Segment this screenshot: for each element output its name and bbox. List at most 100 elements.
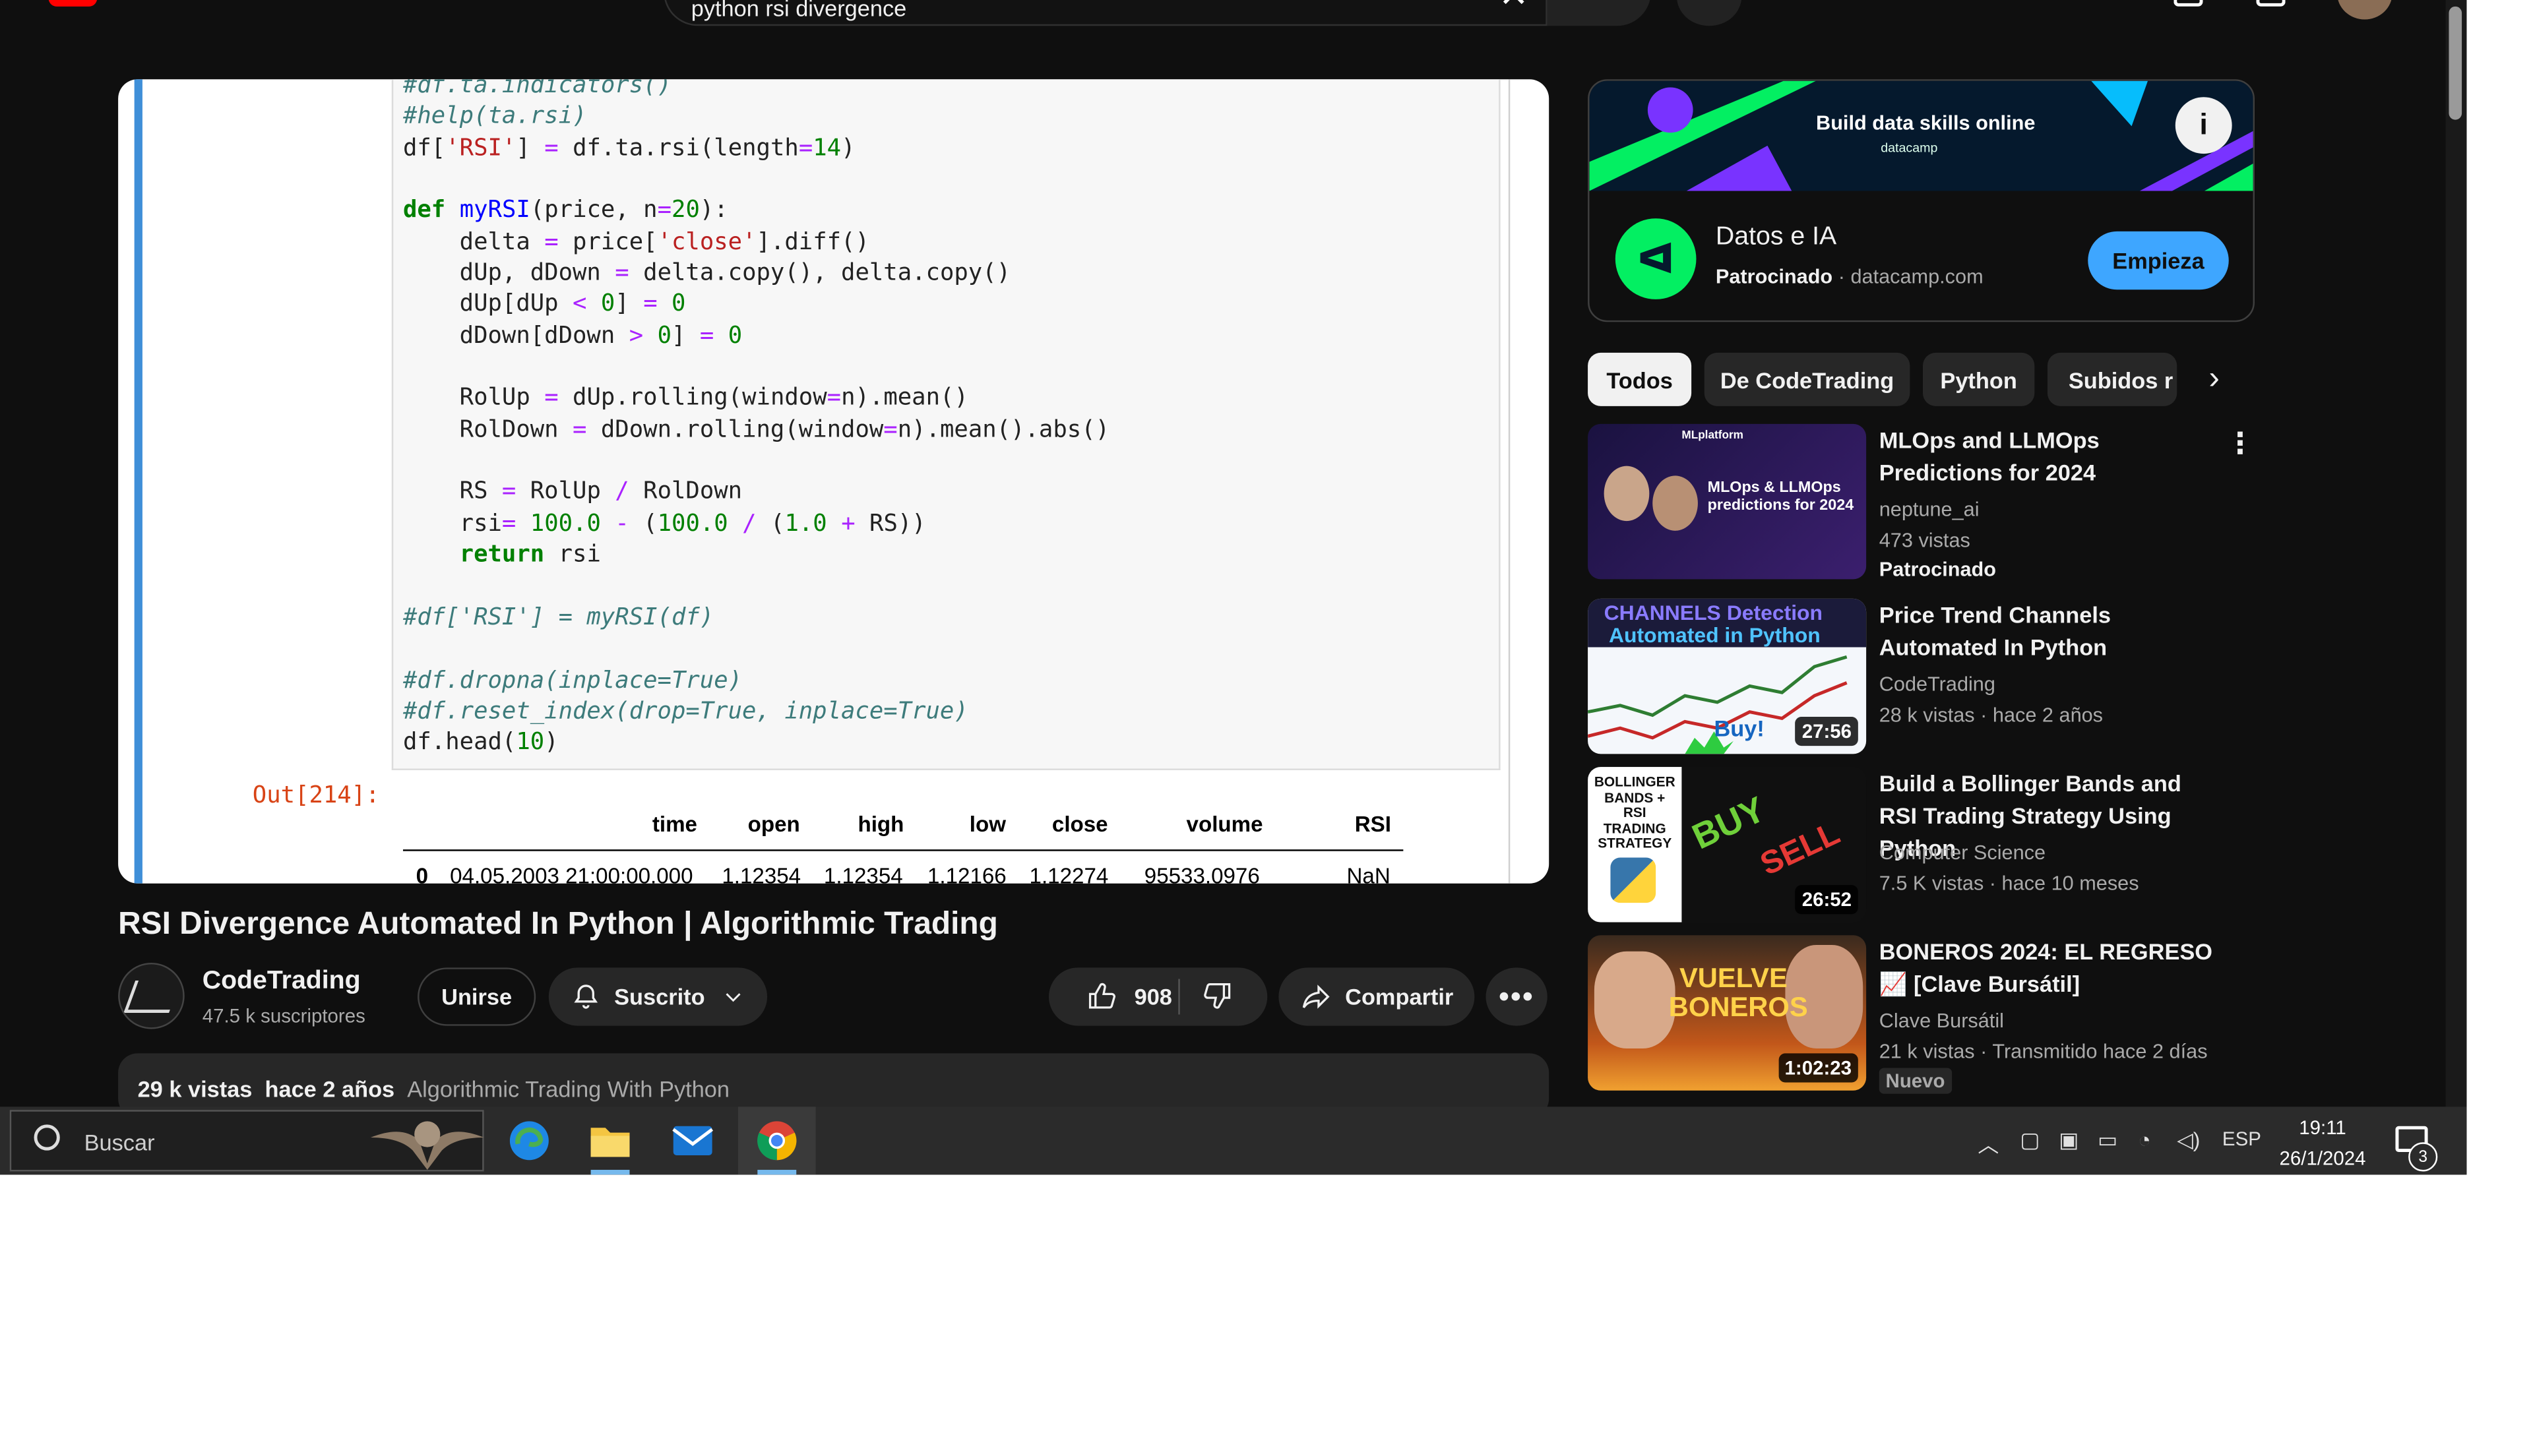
clock-date: 26/1/2024 xyxy=(2279,1147,2366,1170)
page-scrollbar[interactable] xyxy=(2445,0,2467,1107)
rec-meta: 473 vistas xyxy=(1879,529,1970,552)
app-running-indicator xyxy=(757,1170,797,1175)
ad-meta: Patrocinado · datacamp.com xyxy=(1715,265,1984,288)
battery-icon[interactable]: ▭ xyxy=(2098,1128,2117,1153)
chip-todos[interactable]: Todos xyxy=(1588,352,1692,406)
thumb-caption: BOLLINGER BANDS + RSI TRADING STRATEGY xyxy=(1594,773,1675,851)
table-cell: 1.12354 xyxy=(722,864,801,884)
chip-python[interactable]: Python xyxy=(1922,352,2035,406)
windows-taskbar: Buscar ︿ ▢ ▣ ▭ ◔ ◁) ESP 19:11 26/1/2024 … xyxy=(0,1107,2467,1175)
share-button[interactable]: Compartir xyxy=(1278,967,1475,1026)
chrome-icon xyxy=(757,1121,797,1161)
search-button[interactable] xyxy=(1547,0,1651,26)
like-separator xyxy=(1178,979,1180,1015)
sponsored-ad-card[interactable]: Build data skills online datacamp i ᐊ Da… xyxy=(1588,79,2255,322)
mail-app-icon[interactable] xyxy=(654,1107,732,1174)
more-vertical-icon[interactable]: ⋮ xyxy=(2226,427,2255,462)
chevron-up-icon[interactable]: ︿ xyxy=(1978,1128,1999,1159)
thumbs-down-icon[interactable] xyxy=(1201,979,1234,1011)
hashtag-link[interactable]: Algorithmic Trading With Python xyxy=(407,1076,730,1102)
chart-line-icon xyxy=(123,980,181,1014)
new-badge: Nuevo xyxy=(1879,1068,1952,1094)
folder-icon xyxy=(590,1128,630,1157)
rec-title[interactable]: Price Trend Channels Automated In Python xyxy=(1879,599,2219,663)
recommendation-item[interactable]: BOLLINGER BANDS + RSI TRADING STRATEGY B… xyxy=(1588,767,2255,923)
taskbar-search-placeholder: Buscar xyxy=(84,1129,155,1155)
chip-subidos[interactable]: Subidos r xyxy=(2047,352,2177,406)
person-icon xyxy=(1652,475,1698,531)
video-player[interactable]: #df.ta.indicators() #help(ta.rsi) df['RS… xyxy=(118,79,1549,884)
rec-title[interactable]: BONEROS 2024: EL REGRESO 📈 [Clave Bursát… xyxy=(1879,935,2219,1000)
file-explorer-app-icon[interactable] xyxy=(571,1107,649,1175)
chevron-down-icon xyxy=(725,993,740,1002)
notebook-cell-indicator xyxy=(134,79,142,884)
scrollbar-thumb[interactable] xyxy=(2449,6,2462,120)
chevron-right-icon[interactable]: › xyxy=(2188,353,2240,406)
video-duration: 26:52 xyxy=(1795,885,1858,915)
video-thumbnail[interactable]: VUELVE BONEROS 1:02:23 xyxy=(1588,935,1867,1091)
table-cell: 95533.0976 xyxy=(1144,864,1260,884)
rec-title[interactable]: MLOps and LLMOps Predictions for 2024 xyxy=(1879,424,2219,489)
video-thumbnail[interactable]: MLplatform MLOps & LLMOps predictions fo… xyxy=(1588,423,1867,580)
ad-banner-graphic xyxy=(1589,80,2253,191)
chip-de-codetrading[interactable]: De CodeTrading xyxy=(1704,352,1910,406)
browser-viewport: python rsi divergence ✕ #df.ta.indicator… xyxy=(0,0,2467,1175)
search-input[interactable]: python rsi divergence xyxy=(664,0,1548,26)
volume-icon[interactable]: ◁) xyxy=(2177,1128,2200,1153)
app-running-indicator xyxy=(590,1170,630,1175)
ad-banner[interactable]: Build data skills online datacamp i xyxy=(1589,80,2253,191)
table-header: high xyxy=(858,812,904,837)
account-avatar[interactable] xyxy=(2337,0,2392,20)
video-thumbnail[interactable]: BOLLINGER BANDS + RSI TRADING STRATEGY B… xyxy=(1588,767,1867,923)
table-cell: 1.12354 xyxy=(823,864,903,884)
recommendation-item[interactable]: CHANNELS Detection Automated in Python B… xyxy=(1588,598,2255,754)
ad-title[interactable]: Datos e IA xyxy=(1716,224,1836,253)
thumb-caption: Automated in Python xyxy=(1608,622,1821,648)
channel-avatar[interactable] xyxy=(118,962,185,1029)
upload-age: hace 2 años xyxy=(265,1076,395,1102)
rec-channel[interactable]: CodeTrading xyxy=(1879,673,1995,696)
mic-icon[interactable] xyxy=(1677,0,1742,26)
clock-time: 19:11 xyxy=(2299,1116,2346,1139)
subscribed-button[interactable]: Suscrito xyxy=(548,967,768,1026)
share-label: Compartir xyxy=(1345,983,1454,1010)
recommendation-item[interactable]: VUELVE BONEROS 1:02:23 BONEROS 2024: EL … xyxy=(1588,935,2255,1094)
info-icon[interactable]: i xyxy=(2175,97,2232,154)
channel-name[interactable]: CodeTrading xyxy=(203,967,361,996)
create-icon[interactable] xyxy=(2173,0,2203,7)
table-cell: NaN xyxy=(1346,864,1391,884)
datacamp-logo-icon[interactable]: ᐊ xyxy=(1615,218,1697,299)
rec-channel[interactable]: neptune_ai xyxy=(1879,499,1980,521)
edge-app-icon[interactable] xyxy=(490,1107,568,1174)
thumb-caption: VUELVE BONEROS xyxy=(1668,962,1808,1023)
security-icon[interactable]: ▣ xyxy=(2059,1128,2079,1153)
rec-channel[interactable]: Clave Bursátil xyxy=(1879,1010,2004,1032)
video-thumbnail[interactable]: CHANNELS Detection Automated in Python B… xyxy=(1588,598,1867,754)
person-icon xyxy=(1594,951,1675,1048)
meet-now-icon[interactable]: ▢ xyxy=(2020,1128,2040,1153)
wifi-icon[interactable]: ◔ xyxy=(2138,1128,2150,1152)
video-duration: 27:56 xyxy=(1795,716,1858,746)
taskbar-search-input[interactable]: Buscar xyxy=(9,1110,484,1172)
more-actions-button[interactable]: ••• xyxy=(1485,967,1548,1026)
input-language[interactable]: ESP xyxy=(2222,1128,2261,1150)
sponsored-badge: Patrocinado xyxy=(1879,558,1997,581)
thumbs-up-icon[interactable] xyxy=(1086,981,1118,1013)
table-header: open xyxy=(747,812,800,837)
table-header: close xyxy=(1051,812,1108,837)
like-dislike-group[interactable]: 908 xyxy=(1048,967,1268,1026)
join-button[interactable]: Unirse xyxy=(418,967,536,1026)
notifications-bell-icon[interactable] xyxy=(2256,0,2286,7)
owl-search-highlight-icon xyxy=(370,1121,484,1170)
thumb-buy-label: Buy! xyxy=(1714,715,1765,741)
youtube-logo-icon[interactable] xyxy=(48,0,98,7)
recommendation-item[interactable]: MLplatform MLOps & LLMOps predictions fo… xyxy=(1588,423,2255,581)
clear-search-icon[interactable]: ✕ xyxy=(1499,0,1528,16)
rec-channel[interactable]: Computer Science xyxy=(1879,841,2046,864)
ad-cta-button[interactable]: Empieza xyxy=(2088,231,2229,290)
thumb-caption: MLOps & LLMOps predictions for 2024 xyxy=(1707,479,1854,515)
search-query: python rsi divergence xyxy=(691,0,907,21)
taskbar-clock[interactable]: 19:11 26/1/2024 xyxy=(2274,1113,2371,1174)
chrome-app-icon[interactable] xyxy=(737,1107,816,1175)
thumb-caption: CHANNELS Detection xyxy=(1604,600,1823,625)
